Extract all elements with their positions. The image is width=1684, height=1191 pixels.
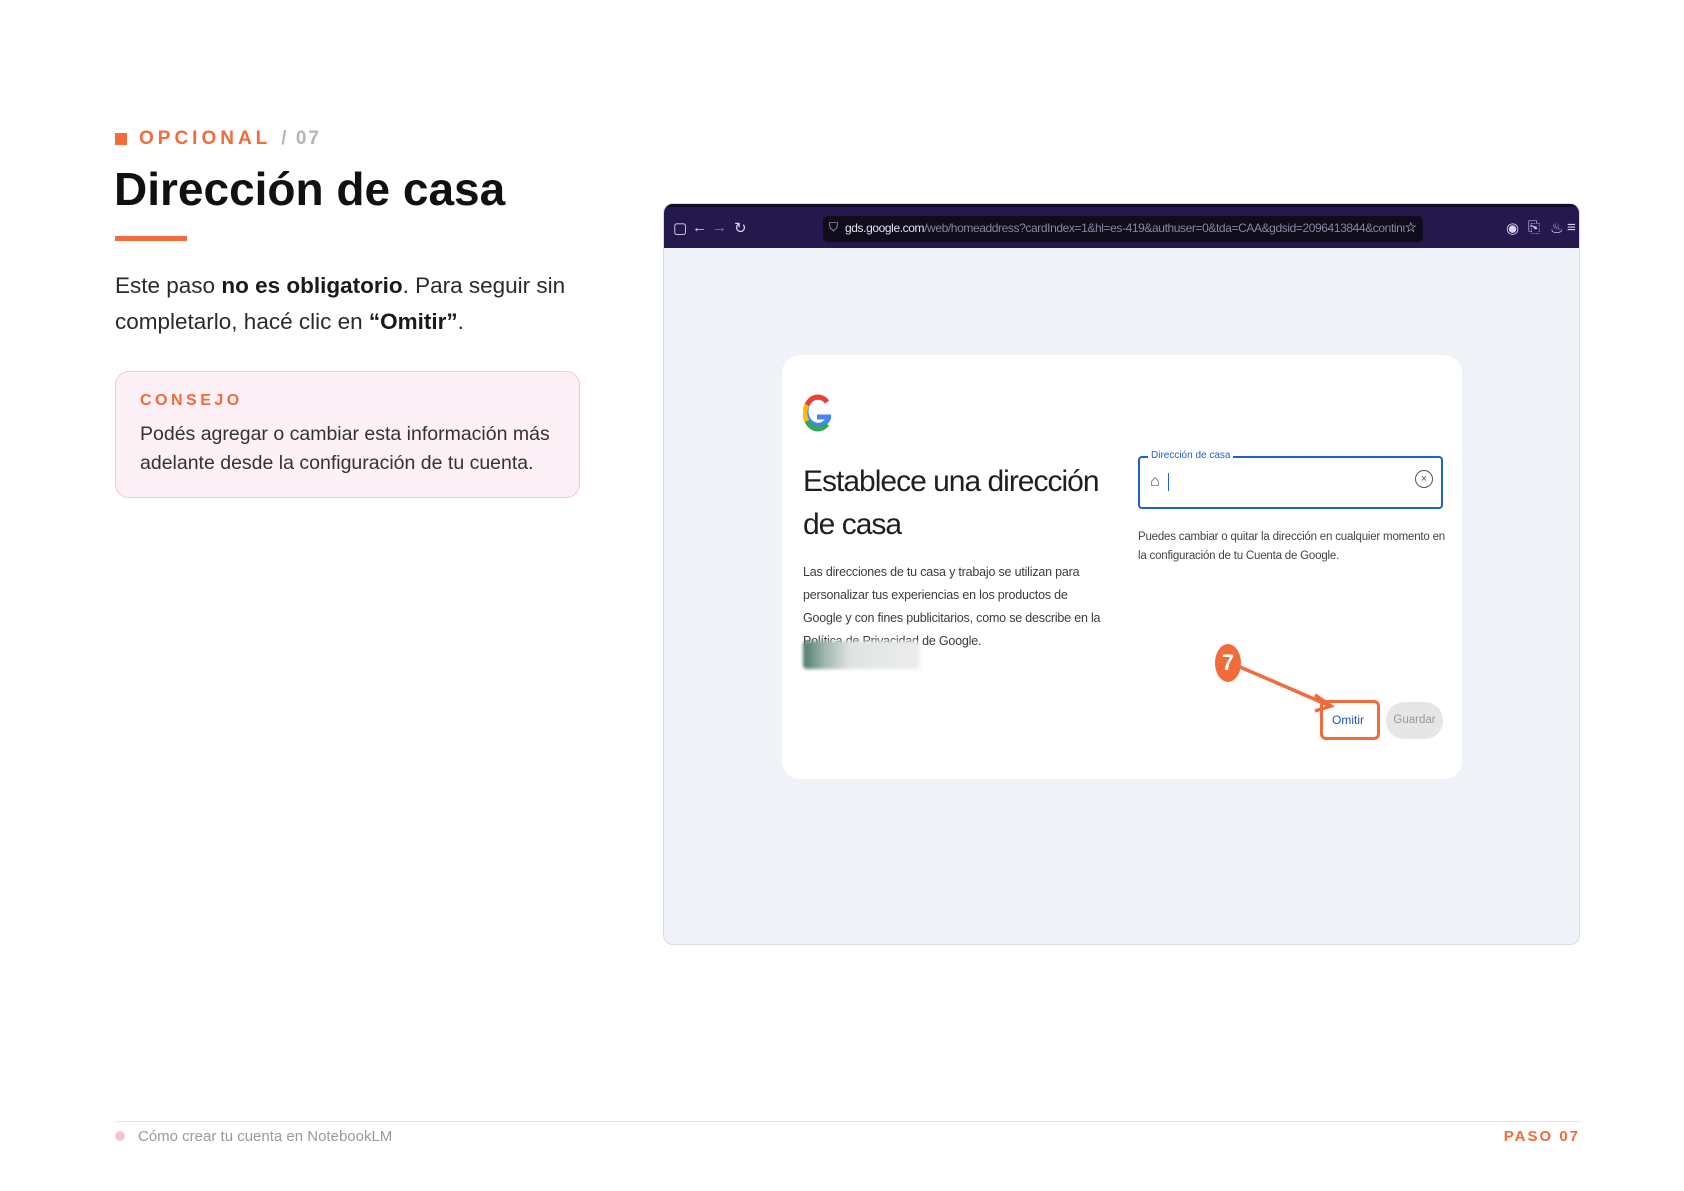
text-cursor — [1168, 473, 1169, 491]
field-hint: Puedes cambiar o quitar la dirección en … — [1138, 531, 1445, 562]
browser-toolbar: ▢ ← → ↻ ⛉ gds.google.com/web/homeaddress… — [664, 204, 1579, 248]
tip-text: Podés agregar o cambiar esta información… — [140, 423, 550, 474]
intro-bold-1: no es obligatorio — [221, 273, 403, 298]
back-arrow-icon[interactable]: ← — [692, 219, 707, 236]
footer-dot-icon — [115, 1131, 125, 1141]
forward-arrow-icon[interactable]: → — [712, 219, 727, 236]
menu-icon[interactable]: ≡ — [1567, 219, 1576, 236]
clear-icon[interactable]: × — [1415, 470, 1433, 488]
section-kicker: OPCIONAL / 07 — [115, 128, 321, 150]
intro-bold-2: “Omitir” — [368, 309, 458, 334]
address-bar[interactable]: ⛉ gds.google.com/web/homeaddress?cardInd… — [823, 216, 1423, 242]
url-text: gds.google.com/web/homeaddress?cardIndex… — [845, 221, 1405, 235]
extensions-icon[interactable]: ⎘ — [1528, 219, 1540, 236]
google-g-icon — [802, 394, 833, 432]
title-underline — [115, 236, 187, 241]
save-button[interactable]: Guardar — [1386, 702, 1443, 739]
home-address-field[interactable]: Dirección de casa ⌂ × — [1138, 450, 1443, 509]
blurred-account-chip — [803, 641, 920, 669]
url-domain: gds.google.com — [845, 221, 925, 235]
screenshot-frame: ▢ ← → ↻ ⛉ gds.google.com/web/homeaddress… — [663, 203, 1580, 945]
footer-step-label: PASO 07 — [1503, 1128, 1580, 1145]
bookmark-star-icon[interactable]: ☆ — [1404, 219, 1417, 236]
kicker-label: OPCIONAL — [139, 128, 272, 149]
intro-text-3: . — [457, 309, 464, 334]
footer-divider — [115, 1121, 1580, 1122]
reload-icon[interactable]: ↻ — [734, 219, 747, 237]
card-title: Establece una dirección de casa — [803, 465, 1100, 541]
intro-paragraph: Este paso no es obligatorio. Para seguir… — [115, 268, 585, 340]
skip-highlight-box — [1320, 700, 1380, 740]
home-icon: ⌂ — [1150, 473, 1160, 490]
flame-icon[interactable]: ♨ — [1550, 219, 1563, 237]
tip-label: CONSEJO — [140, 392, 243, 409]
footer-guide-title: Cómo crear tu cuenta en NotebookLM — [138, 1128, 393, 1145]
shield-icon: ⛉ — [829, 220, 839, 234]
kicker-step-number: / 07 — [281, 128, 321, 149]
field-label: Dirección de casa — [1148, 450, 1234, 461]
kicker-square-icon — [115, 133, 127, 145]
account-icon[interactable]: ◉ — [1506, 219, 1519, 237]
google-card: Establece una dirección de casa Las dire… — [782, 355, 1462, 779]
card-description: Las direcciones de tu casa y trabajo se … — [803, 565, 1101, 648]
google-logo — [802, 393, 833, 443]
intro-text-1: Este paso — [115, 273, 222, 298]
sidebar-toggle-icon[interactable]: ▢ — [673, 219, 687, 237]
step-badge: 7 — [1215, 644, 1241, 682]
url-path: /web/homeaddress?cardIndex=1&hl=es-419&a… — [924, 221, 1405, 235]
page-title: Dirección de casa — [114, 163, 506, 215]
